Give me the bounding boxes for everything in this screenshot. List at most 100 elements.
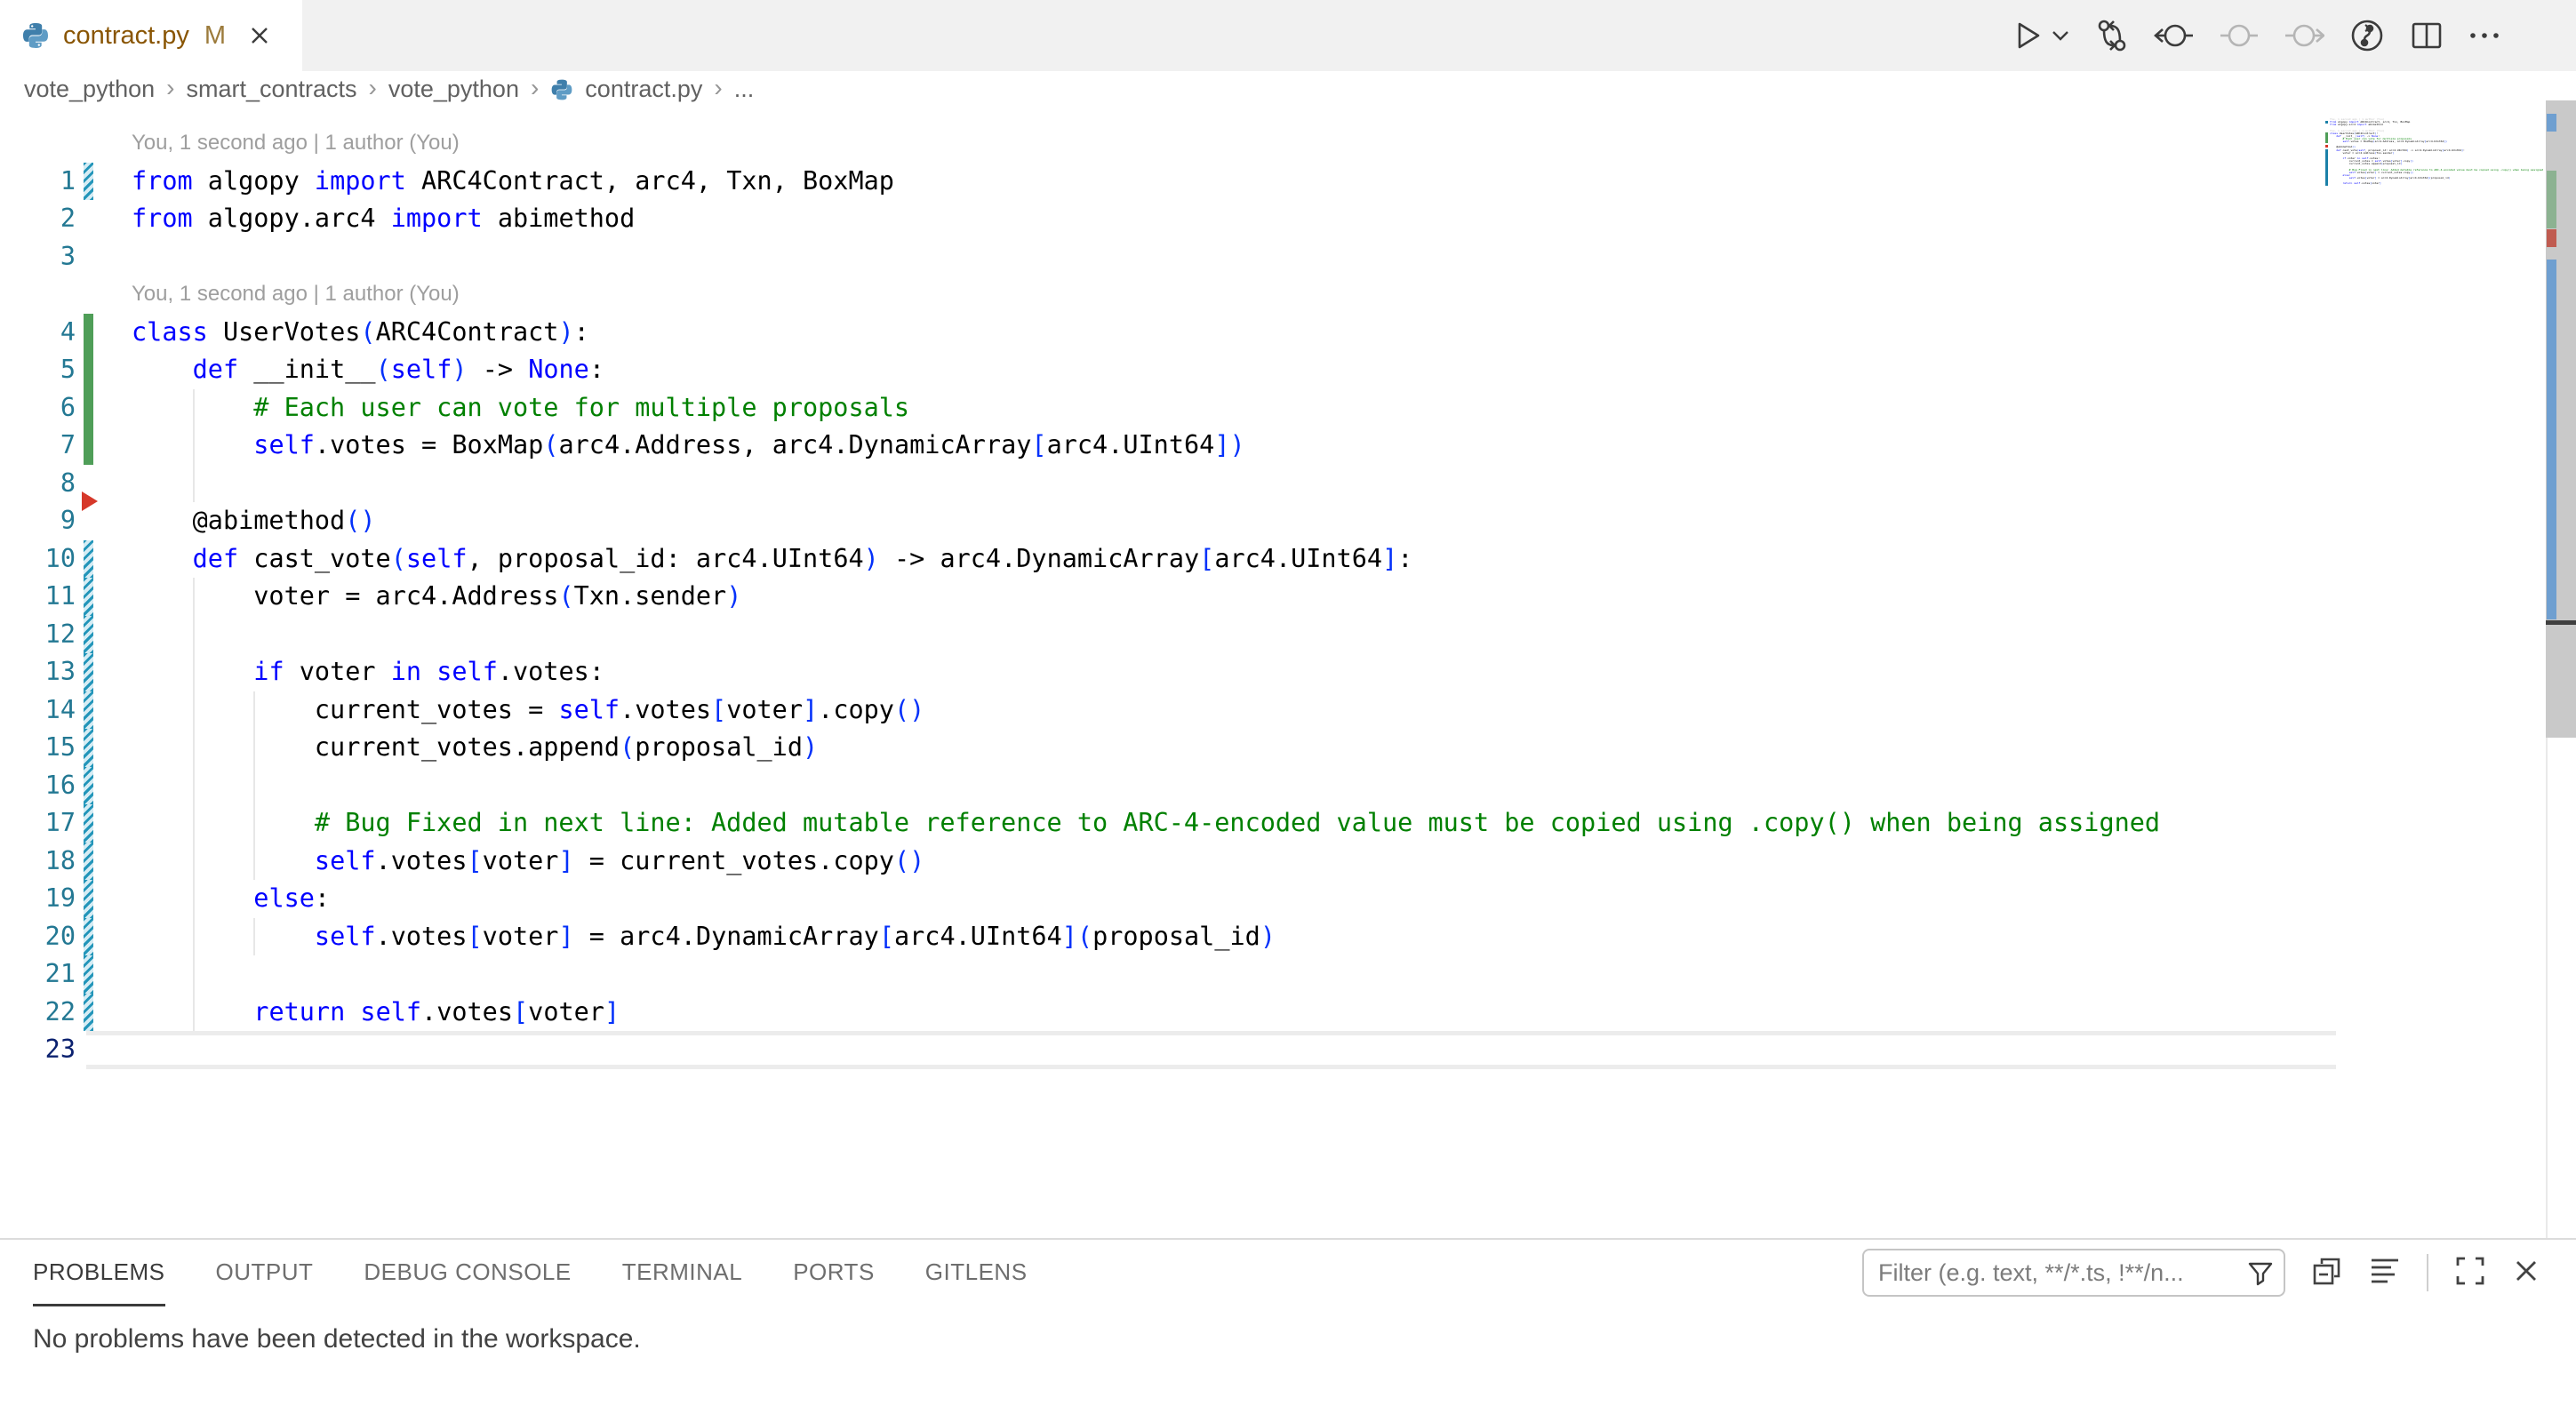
indent-guide [193, 955, 195, 994]
split-editor-button[interactable] [2410, 19, 2444, 52]
tab-ports[interactable]: PORTS [793, 1240, 875, 1306]
collapse-all-button[interactable] [2311, 1255, 2343, 1291]
code-line-7[interactable]: 7 self.votes = BoxMap(arc4.Address, arc4… [0, 427, 2336, 465]
vertical-scrollbar[interactable] [2546, 100, 2576, 738]
line-number[interactable]: 20 [0, 918, 76, 956]
tab-output[interactable]: OUTPUT [216, 1240, 314, 1306]
line-number[interactable]: 1 [0, 163, 76, 201]
code-line-21[interactable]: 21 [0, 955, 2336, 994]
gutter-modified-indicator [84, 843, 93, 881]
line-number[interactable]: 4 [0, 314, 76, 352]
tab-gitlens[interactable]: GITLENS [925, 1240, 1028, 1306]
code-line-16[interactable]: 16 [0, 767, 2336, 805]
code-line-20[interactable]: 20 self.votes[voter] = arc4.DynamicArray… [0, 918, 2336, 956]
maximize-panel-button[interactable] [2454, 1255, 2486, 1291]
code-line-2[interactable]: 2from algopy.arc4 import abimethod [0, 200, 2336, 238]
line-number[interactable]: 12 [0, 616, 76, 654]
line-number[interactable]: 18 [0, 843, 76, 881]
indent-guide [193, 578, 195, 616]
code-line-19[interactable]: 19 else: [0, 880, 2336, 918]
blame-annotation[interactable]: You, 1 second ago | 1 author (You) [0, 276, 2336, 314]
tab-problems[interactable]: PROBLEMS [33, 1240, 165, 1306]
open-previous-revision-button[interactable] [2154, 21, 2195, 50]
code-area[interactable]: You, 1 second ago | 1 author (You)1from … [0, 124, 2336, 1069]
gutter [84, 238, 93, 276]
code-line-14[interactable]: 14 current_votes = self.votes[voter].cop… [0, 691, 2336, 730]
code-line-9[interactable]: 9 @abimethod() [0, 502, 2336, 540]
code-line-10[interactable]: 10 def cast_vote(self, proposal_id: arc4… [0, 540, 2336, 579]
commit-graph-button[interactable] [2348, 17, 2386, 54]
view-as-table-button[interactable] [2369, 1255, 2401, 1291]
open-changes-button[interactable] [2094, 18, 2130, 53]
filter-funnel-icon [2246, 1258, 2275, 1291]
tab-bar: contract.py M [0, 0, 2576, 71]
line-number[interactable]: 19 [0, 880, 76, 918]
breadcrumb-item-symbol[interactable]: ... [734, 76, 755, 103]
tab-terminal[interactable]: TERMINAL [622, 1240, 742, 1306]
line-number[interactable]: 15 [0, 729, 76, 767]
code-line-17[interactable]: 17 # Bug Fixed in next line: Added mutab… [0, 804, 2336, 843]
code-line-22[interactable]: 22 return self.votes[voter] [0, 994, 2336, 1032]
line-number[interactable]: 23 [0, 1031, 76, 1069]
close-panel-button[interactable] [2512, 1257, 2540, 1290]
line-number[interactable]: 14 [0, 691, 76, 730]
panel-tabs: PROBLEMS OUTPUT DEBUG CONSOLE TERMINAL P… [33, 1240, 1028, 1306]
overview-cursor-marker [2546, 620, 2576, 625]
gutter-deleted-indicator[interactable] [82, 491, 98, 511]
line-number[interactable]: 17 [0, 804, 76, 843]
code-line-1[interactable]: 1from algopy import ARC4Contract, arc4, … [0, 163, 2336, 201]
overview-added-decoration [2547, 171, 2556, 228]
line-number[interactable]: 11 [0, 578, 76, 616]
code-line-4[interactable]: 4class UserVotes(ARC4Contract): [0, 314, 2336, 352]
line-number[interactable]: 21 [0, 955, 76, 994]
editor[interactable]: You, 1 second ago | 1 author (You)1from … [0, 108, 2576, 1238]
more-actions-button[interactable] [2468, 19, 2501, 52]
code-line-23[interactable]: 23 [0, 1031, 2336, 1069]
code-line-8[interactable]: 8 [0, 465, 2336, 503]
gutter-modified-indicator [84, 616, 93, 654]
code-line-18[interactable]: 18 self.votes[voter] = current_votes.cop… [0, 843, 2336, 881]
code-line-11[interactable]: 11 voter = arc4.Address(Txn.sender) [0, 578, 2336, 616]
line-number[interactable]: 16 [0, 767, 76, 805]
blame-annotation[interactable]: You, 1 second ago | 1 author (You) [0, 124, 2336, 163]
code-line-12[interactable]: 12 [0, 616, 2336, 654]
chevron-right-icon: › [531, 74, 539, 102]
breadcrumb-item[interactable]: vote_python [388, 76, 519, 103]
line-number[interactable]: 6 [0, 389, 76, 427]
next-change-button[interactable] [2284, 21, 2324, 50]
line-number[interactable]: 3 [0, 238, 76, 276]
indent-guide [193, 880, 195, 918]
line-number[interactable]: 9 [0, 502, 76, 540]
breadcrumb-item-file[interactable]: contract.py [585, 76, 702, 103]
breadcrumb-item[interactable]: vote_python [24, 76, 155, 103]
line-number[interactable]: 5 [0, 351, 76, 389]
code-line-5[interactable]: 5 def __init__(self) -> None: [0, 351, 2336, 389]
indent-guide [193, 843, 195, 881]
line-number[interactable]: 2 [0, 200, 76, 238]
gutter-modified-indicator [84, 578, 93, 616]
close-tab-icon[interactable] [248, 24, 271, 47]
indent-guide [253, 918, 255, 956]
chevron-right-icon: › [166, 74, 174, 102]
previous-change-button[interactable] [2219, 21, 2260, 50]
minimap[interactable]: You, 1 second ago | 1 author (You)from a… [2325, 108, 2546, 1238]
code-line-3[interactable]: 3 [0, 238, 2336, 276]
run-python-file-button[interactable] [2013, 19, 2070, 52]
indent-guide [193, 767, 195, 805]
line-number[interactable]: 13 [0, 653, 76, 691]
line-number[interactable]: 22 [0, 994, 76, 1032]
filter-input[interactable] [1862, 1249, 2285, 1297]
breadcrumb-item[interactable]: smart_contracts [186, 76, 356, 103]
code-line-6[interactable]: 6 # Each user can vote for multiple prop… [0, 389, 2336, 427]
problems-filter [1862, 1249, 2285, 1297]
overview-modified-decoration [2547, 260, 2556, 619]
code-line-15[interactable]: 15 current_votes.append(proposal_id) [0, 729, 2336, 767]
line-number[interactable]: 10 [0, 540, 76, 579]
indent-guide [253, 767, 255, 805]
line-number[interactable]: 8 [0, 465, 76, 503]
line-number[interactable]: 7 [0, 427, 76, 465]
tab-contract-py[interactable]: contract.py M [0, 0, 302, 71]
code-line-13[interactable]: 13 if voter in self.votes: [0, 653, 2336, 691]
tab-debug-console[interactable]: DEBUG CONSOLE [364, 1240, 571, 1306]
gutter-modified-indicator [84, 729, 93, 767]
